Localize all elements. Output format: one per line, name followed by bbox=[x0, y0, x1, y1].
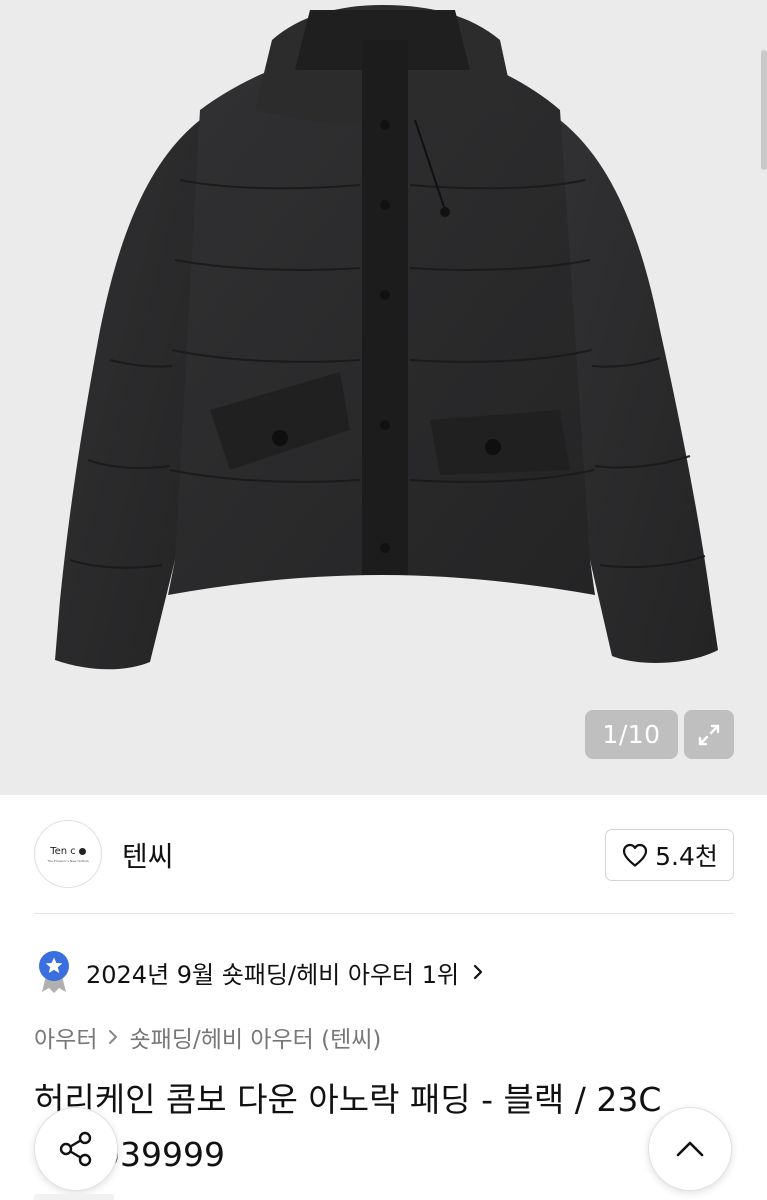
heart-outline-icon bbox=[623, 843, 648, 867]
image-counter: 1 / 10 bbox=[585, 710, 678, 759]
share-button[interactable] bbox=[34, 1107, 118, 1191]
brand-logo-dot bbox=[78, 847, 86, 855]
star-badge-icon bbox=[39, 951, 69, 993]
image-counter-total: 10 bbox=[627, 720, 661, 749]
breadcrumb-item-category[interactable]: 아우터 bbox=[34, 1020, 97, 1054]
chevron-right-icon bbox=[109, 1030, 118, 1044]
product-photo bbox=[55, 5, 718, 670]
ranking-text: 2024년 9월 숏패딩/헤비 아우터 1위 bbox=[86, 960, 460, 989]
share-icon bbox=[59, 1131, 92, 1167]
ranking-link[interactable]: 2024년 9월 숏패딩/헤비 아우터 1위 bbox=[36, 950, 485, 994]
section-divider bbox=[34, 913, 734, 914]
breadcrumb-item-subcategory[interactable]: 숏패딩/헤비 아우터 (텐씨) bbox=[129, 1020, 381, 1054]
product-title: 허리케인 콤보 다운 아노락 패딩 - 블랙 / 23C C03039999 bbox=[34, 1072, 734, 1182]
expand-image-button[interactable] bbox=[684, 710, 734, 759]
brand-logo-subtext: The Emperor's New Clothes bbox=[47, 858, 89, 863]
breadcrumb-separator bbox=[107, 1028, 119, 1046]
product-image-carousel[interactable]: 1 / 10 bbox=[0, 0, 767, 795]
brand-logo-mark: Ten c bbox=[50, 846, 86, 857]
scroll-indicator bbox=[761, 50, 767, 170]
brand-name[interactable]: 텐씨 bbox=[122, 835, 174, 875]
product-title-line-2: C03039999 bbox=[34, 1135, 226, 1174]
next-section-edge bbox=[34, 1194, 114, 1200]
product-title-line-1: 허리케인 콤보 다운 아노락 패딩 - 블랙 / 23C bbox=[34, 1080, 662, 1119]
like-button[interactable]: 5.4천 bbox=[605, 829, 734, 881]
brand-logo-text: Ten c bbox=[50, 845, 76, 857]
image-counter-separator: / bbox=[618, 720, 628, 749]
like-count: 5.4천 bbox=[655, 842, 718, 871]
expand-arrows-icon bbox=[698, 724, 720, 745]
image-counter-current: 1 bbox=[602, 720, 619, 749]
breadcrumb: 아우터 숏패딩/헤비 아우터 (텐씨) bbox=[34, 1020, 381, 1054]
brand-logo[interactable]: Ten c The Emperor's New Clothes bbox=[34, 820, 102, 888]
scroll-to-top-button[interactable] bbox=[648, 1107, 732, 1191]
chevron-up-icon bbox=[676, 1141, 704, 1157]
chevron-right-icon bbox=[474, 964, 483, 980]
